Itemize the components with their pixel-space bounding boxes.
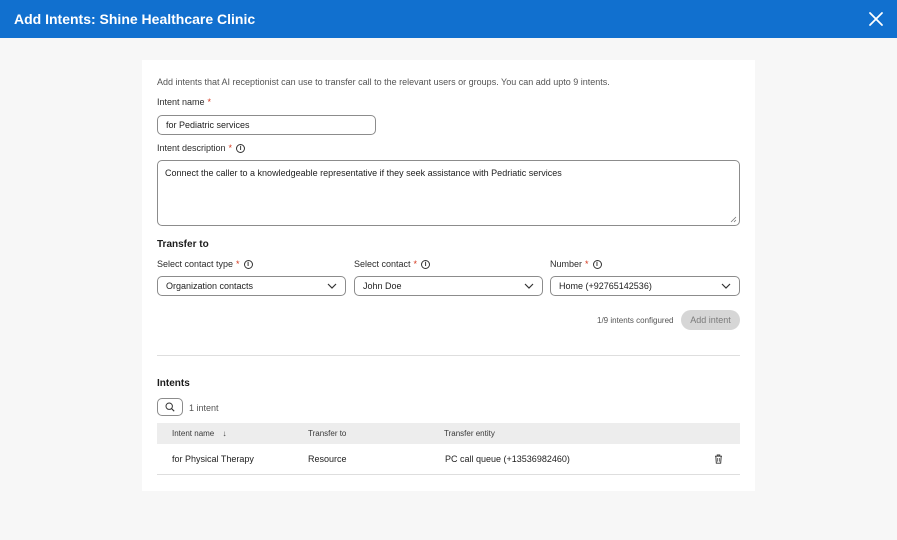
table-header: Intent name ↓ Transfer to Transfer entit… <box>157 423 740 444</box>
sort-arrow-icon: ↓ <box>222 429 227 438</box>
contact-label: Select contact * i <box>354 259 431 269</box>
dialog-title: Add Intents: Shine Healthcare Clinic <box>14 11 256 27</box>
row-transfer-entity: PC call queue (+13536982460) <box>445 454 570 464</box>
row-intent-name: for Physical Therapy <box>172 454 254 464</box>
trash-icon <box>715 454 722 464</box>
info-icon[interactable]: i <box>421 259 431 269</box>
required-mark: * <box>207 97 212 107</box>
intents-configured-count: 1/9 intents configured <box>597 316 674 325</box>
search-icon <box>165 402 175 412</box>
info-icon[interactable]: i <box>236 143 246 153</box>
chevron-down-icon <box>327 283 337 289</box>
close-icon <box>869 12 883 26</box>
intents-title: Intents <box>157 378 190 389</box>
intent-name-label: Intent name * <box>157 97 211 107</box>
intent-name-input[interactable]: for Pediatric services <box>157 115 376 135</box>
intent-description-text: Connect the caller to a knowledgeable re… <box>165 168 562 178</box>
info-icon[interactable]: i <box>592 259 602 269</box>
row-transfer-to: Resource <box>308 454 347 464</box>
resize-handle-icon[interactable] <box>730 216 737 223</box>
number-select[interactable]: Home (+92765142536) <box>550 276 740 296</box>
transfer-to-title: Transfer to <box>157 239 209 250</box>
number-label-text: Number <box>550 259 583 269</box>
contact-value: John Doe <box>363 281 402 291</box>
intent-form-card: Add intents that AI receptionist can use… <box>142 60 755 491</box>
intent-description-label: Intent description * i <box>157 143 246 153</box>
contact-type-label-text: Select contact type <box>157 259 234 269</box>
required-mark: * <box>413 259 418 269</box>
column-header-intent-name[interactable]: Intent name ↓ <box>172 429 226 438</box>
contact-type-value: Organization contacts <box>166 281 254 291</box>
contact-label-text: Select contact <box>354 259 411 269</box>
table-row[interactable]: for Physical Therapy Resource PC call qu… <box>157 444 740 475</box>
chevron-down-icon <box>524 283 534 289</box>
required-mark: * <box>585 259 589 269</box>
add-intent-button[interactable]: Add intent <box>681 310 740 330</box>
intent-name-label-text: Intent name <box>157 97 205 107</box>
intent-description-label-text: Intent description <box>157 143 226 153</box>
number-value: Home (+92765142536) <box>559 281 652 291</box>
required-mark: * <box>228 143 233 153</box>
delete-intent-button[interactable] <box>714 454 723 466</box>
column-header-label: Intent name <box>172 429 215 438</box>
dialog-header: Add Intents: Shine Healthcare Clinic <box>0 0 897 38</box>
search-button[interactable] <box>157 398 183 416</box>
chevron-down-icon <box>721 283 731 289</box>
contact-type-select[interactable]: Organization contacts <box>157 276 346 296</box>
contact-type-label: Select contact type * i <box>157 259 253 269</box>
close-button[interactable] <box>866 9 886 29</box>
section-divider <box>157 355 740 356</box>
help-text: Add intents that AI receptionist can use… <box>157 77 610 87</box>
contact-select[interactable]: John Doe <box>354 276 543 296</box>
number-label: Number * i <box>550 259 602 269</box>
intent-description-textarea[interactable]: Connect the caller to a knowledgeable re… <box>157 160 740 226</box>
column-header-transfer-to: Transfer to <box>308 429 347 438</box>
column-header-transfer-entity: Transfer entity <box>444 429 495 438</box>
intent-count: 1 intent <box>189 403 219 413</box>
info-icon[interactable]: i <box>243 259 253 269</box>
required-mark: * <box>236 259 240 269</box>
